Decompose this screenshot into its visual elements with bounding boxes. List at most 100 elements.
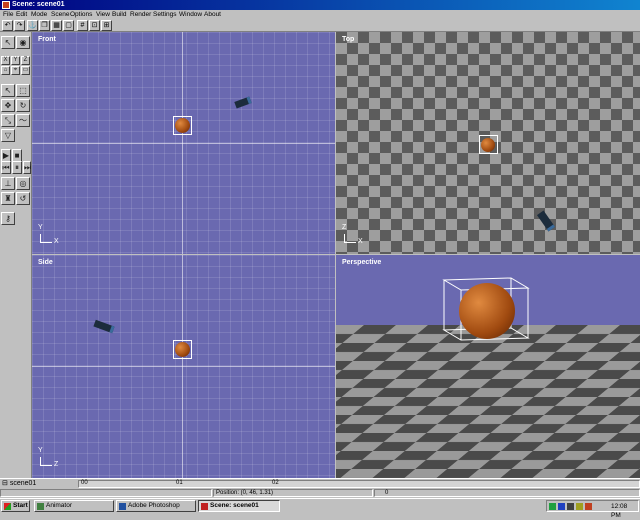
select-tool-button[interactable]: ↖: [1, 36, 15, 49]
app-icon: [2, 1, 10, 9]
title-bar: Scene: scene01: [0, 0, 640, 10]
status-panel-left: [0, 489, 212, 497]
texture-icon: ♜: [4, 194, 12, 203]
monitor-icon[interactable]: [558, 503, 565, 510]
start-button[interactable]: Start: [1, 500, 30, 512]
path-tool-button[interactable]: 〜: [16, 114, 30, 127]
scale-icon: ⤡: [4, 116, 12, 125]
undo-icon: ↶: [4, 22, 11, 29]
texture-button[interactable]: ♜: [1, 192, 15, 205]
single-view-icon: ▢: [65, 22, 72, 29]
front-axis-x-label: X: [54, 238, 59, 245]
snap-button[interactable]: ⌖: [11, 66, 20, 75]
task-animator[interactable]: Animator: [34, 500, 114, 512]
stop-icon: ■: [14, 151, 20, 160]
material-button[interactable]: ◎: [16, 177, 30, 190]
menu-mode[interactable]: Mode: [31, 10, 47, 19]
status-frame: 0: [374, 489, 640, 497]
viewport-front-label: Front: [38, 36, 56, 43]
pause-button[interactable]: ⏸: [12, 161, 22, 174]
camera-object-side[interactable]: [93, 319, 115, 334]
menu-file[interactable]: File: [3, 10, 13, 19]
viewport-perspective[interactable]: Perspective: [336, 255, 640, 478]
camera-object[interactable]: [234, 96, 252, 109]
timeline-tick-1: 01: [176, 480, 183, 486]
axis-y-toggle[interactable]: Y: [11, 56, 20, 65]
sphere-selection-box-top: [479, 135, 498, 154]
axis-z-label: Z: [23, 57, 28, 63]
front-axis-horizontal: [32, 143, 335, 144]
top-axis-gizmo-v: [344, 234, 345, 242]
single-view-button[interactable]: ▢: [63, 20, 74, 31]
region-select-button[interactable]: ⬚: [16, 84, 30, 97]
top-axis-x-label: X: [358, 238, 363, 245]
menu-scene[interactable]: Scene: [51, 10, 69, 19]
view-tool-button[interactable]: ◉: [16, 36, 30, 49]
copy-button[interactable]: ❐: [39, 20, 50, 31]
menu-options[interactable]: Options: [70, 10, 92, 19]
undo-button[interactable]: ↶: [2, 20, 13, 31]
network-icon[interactable]: [549, 503, 556, 510]
tray-app-icon[interactable]: [585, 503, 592, 510]
funnel-icon: ▽: [4, 131, 12, 140]
grid-button[interactable]: #: [77, 20, 88, 31]
speaker-icon[interactable]: [576, 503, 583, 510]
axis-x-toggle[interactable]: X: [1, 56, 10, 65]
keyframe-button[interactable]: ⊥: [1, 177, 15, 190]
keyframe-icon: ⊥: [4, 179, 12, 188]
link-button[interactable]: ⚓: [27, 20, 38, 31]
task-photoshop[interactable]: Adobe Photoshop: [116, 500, 196, 512]
timeline-bar: ⊟ scene01 00 01 02: [0, 478, 640, 488]
forward-button[interactable]: ⏭: [23, 161, 31, 174]
menu-window[interactable]: Window: [179, 10, 202, 19]
light-tool-button[interactable]: ▽: [1, 129, 15, 142]
dashed-box-icon: ⬚: [19, 86, 27, 95]
menu-view[interactable]: View: [96, 10, 110, 19]
local-axis-icon: ▭: [22, 67, 29, 73]
arrow-cursor-icon: ↖: [4, 38, 12, 47]
task-scene-label: Scene: scene01: [210, 502, 259, 509]
refresh-button[interactable]: ↺: [16, 192, 30, 205]
sphere-selection-box: [173, 116, 192, 135]
material-icon: ◎: [19, 179, 27, 188]
task-animator-label: Animator: [46, 502, 73, 509]
timeline-track[interactable]: 00 01 02: [78, 480, 640, 488]
front-axis-gizmo-h: [40, 242, 52, 243]
rewind-button[interactable]: ⏮: [1, 161, 11, 174]
menu-about[interactable]: About: [204, 10, 221, 19]
axis-y-label: Y: [13, 57, 18, 63]
menu-edit[interactable]: Edit: [16, 10, 27, 19]
system-tray: 12:08 PM: [546, 500, 639, 519]
move-icon: ✥: [4, 101, 12, 110]
start-label: Start: [13, 502, 28, 509]
menu-render[interactable]: Render: [130, 10, 151, 19]
rewind-icon: ⏮: [2, 163, 10, 172]
toolbar: ↶ ↷ ⚓ ❐ ▦ ▢ # ⊡ ⊞: [0, 19, 640, 32]
local-axis-button[interactable]: ▭: [21, 66, 30, 75]
grid-icon: #: [80, 22, 85, 29]
sphere-object-perspective[interactable]: [459, 283, 515, 339]
lock-axis-button[interactable]: ⌂: [1, 66, 10, 75]
move-tool-button[interactable]: ✥: [1, 99, 15, 112]
copy-icon: ❐: [41, 22, 48, 29]
viewport-top-label: Top: [342, 36, 355, 43]
frame-button[interactable]: ⊡: [89, 20, 100, 31]
task-scene[interactable]: Scene: scene01: [198, 500, 280, 512]
viewport-side[interactable]: Side Y Z: [32, 255, 335, 478]
display-icon[interactable]: [567, 503, 574, 510]
axis-z-toggle[interactable]: Z: [21, 56, 30, 65]
redo-button[interactable]: ↷: [14, 20, 25, 31]
front-axis-gizmo-v: [40, 234, 41, 242]
menu-build[interactable]: Build: [112, 10, 126, 19]
info-button[interactable]: ⚷: [1, 212, 15, 225]
pointer-tool-button[interactable]: ↖: [1, 84, 15, 97]
zoom-extents-button[interactable]: ⊞: [101, 20, 112, 31]
viewport-front[interactable]: Front Y X: [32, 32, 335, 254]
layout-button[interactable]: ▦: [51, 20, 62, 31]
rotate-tool-button[interactable]: ↻: [16, 99, 30, 112]
taskbar: Start Animator Adobe Photoshop Scene: sc…: [0, 498, 640, 519]
scale-tool-button[interactable]: ⤡: [1, 114, 15, 127]
menu-settings[interactable]: Settings: [153, 10, 177, 19]
camera-object-top[interactable]: [536, 210, 556, 232]
viewport-top[interactable]: Top Z X: [336, 32, 640, 254]
